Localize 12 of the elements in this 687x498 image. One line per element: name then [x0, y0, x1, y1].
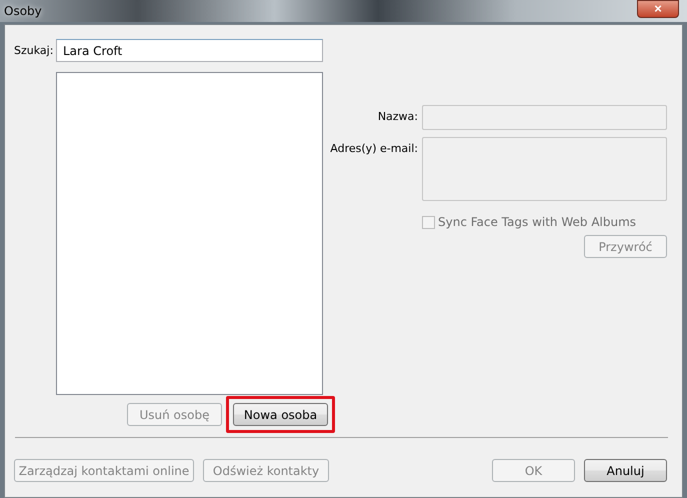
cancel-button[interactable]: Anuluj	[584, 459, 667, 482]
search-label: Szukaj:	[14, 44, 52, 57]
search-field[interactable]: Lara Croft	[56, 39, 323, 62]
name-field[interactable]	[422, 105, 667, 130]
window-title: Osoby	[4, 4, 42, 18]
email-field[interactable]	[422, 137, 667, 201]
people-list[interactable]	[56, 72, 323, 395]
name-label: Nazwa:	[376, 109, 418, 123]
close-button[interactable]: ×	[637, 0, 679, 18]
new-person-button[interactable]: Nowa osoba	[233, 403, 328, 426]
sync-label: Sync Face Tags with Web Albums	[438, 215, 636, 229]
email-label: Adres(y) e-mail:	[329, 141, 418, 155]
